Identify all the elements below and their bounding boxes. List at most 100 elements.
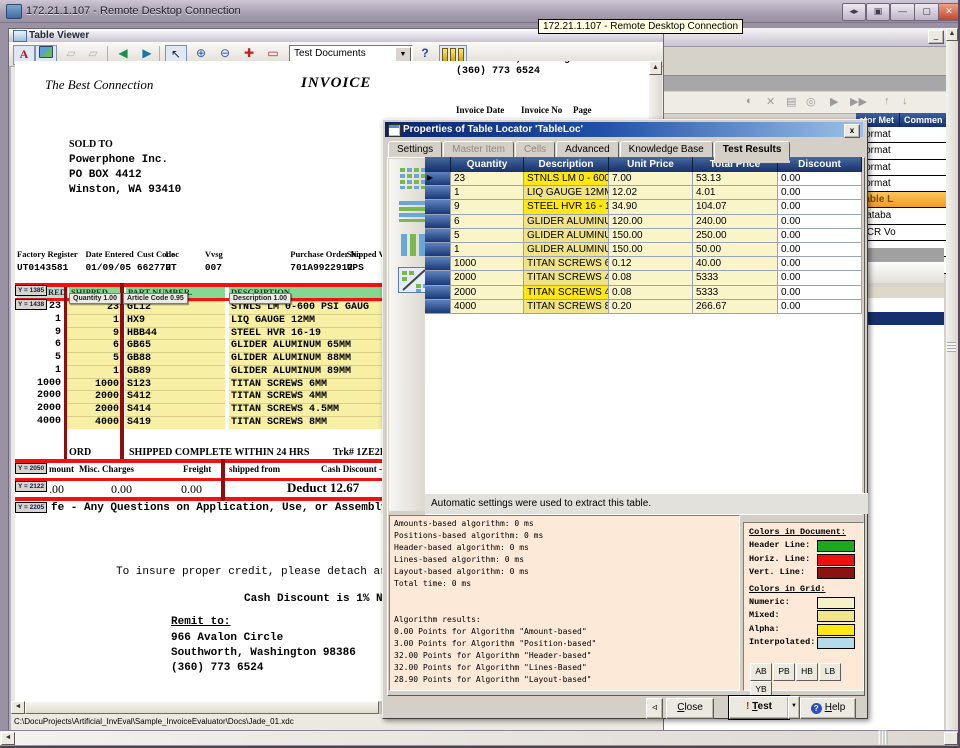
cell-unit-price[interactable]: 150.00: [609, 229, 693, 243]
cell-unit-price[interactable]: 7.00: [609, 172, 693, 186]
cell-quantity[interactable]: 6: [451, 215, 524, 229]
background-minimize-button[interactable]: _: [928, 30, 944, 44]
cell-unit-price[interactable]: 34.90: [609, 200, 693, 214]
table-columns-icon[interactable]: [398, 233, 428, 257]
cell-unit-price[interactable]: 0.12: [609, 257, 693, 271]
row-header-cell[interactable]: [425, 243, 451, 257]
scroll-up-icon[interactable]: ▲: [946, 28, 958, 41]
row-header-cell[interactable]: [425, 215, 451, 229]
help-button[interactable]: ?Help: [800, 698, 856, 719]
cell-description[interactable]: GLIDER ALUMINU: [524, 215, 609, 229]
outer-horizontal-scrollbar[interactable]: ◄: [0, 730, 958, 745]
grid-row[interactable]: 2000 TITAN SCREWS 4. 0.08 5333 0.00: [425, 286, 862, 300]
cell-description[interactable]: GLIDER ALUMINU: [524, 243, 609, 257]
grid-row[interactable]: 5 GLIDER ALUMINU 150.00 250.00 0.00: [425, 229, 862, 243]
rdp-connection-bar-button[interactable]: ◂▸: [842, 3, 866, 21]
table-cells-icon[interactable]: [398, 166, 428, 190]
algorithm-log-pane[interactable]: Amounts-based algorithm: 0 ms Positions-…: [389, 515, 740, 691]
cell-unit-price[interactable]: 0.20: [609, 300, 693, 314]
close-button[interactable]: ✕: [938, 3, 960, 21]
scrollbar-thumb[interactable]: [25, 701, 379, 714]
row-header-cell[interactable]: [425, 300, 451, 314]
grid-row[interactable]: 4000 TITAN SCREWS 8 0.20 266.67 0.00: [425, 300, 862, 314]
locator-list-item[interactable]: Format: [856, 127, 946, 143]
cell-discount[interactable]: 0.00: [778, 186, 862, 200]
run-all-icon[interactable]: ▶▶: [850, 95, 867, 108]
row-header-cell[interactable]: [425, 200, 451, 214]
grid-column-quantity[interactable]: Quantity: [451, 157, 524, 172]
cell-description[interactable]: LIQ GAUGE 12MM: [524, 186, 609, 200]
cell-unit-price[interactable]: 150.00: [609, 243, 693, 257]
scroll-left-icon[interactable]: ◄: [1, 732, 15, 745]
cell-discount[interactable]: 0.00: [778, 300, 862, 314]
cell-total-price[interactable]: 50.00: [693, 243, 778, 257]
cell-description[interactable]: TITAN SCREWS 8: [524, 300, 609, 314]
grid-row[interactable]: 1000 TITAN SCREWS 6 0.12 40.00 0.00: [425, 257, 862, 271]
algorithm-mini-button[interactable]: LB: [819, 663, 841, 681]
locator-list-item[interactable]: Format: [856, 143, 946, 159]
locator-list-item[interactable]: Table L: [856, 192, 946, 208]
row-header-cell[interactable]: [425, 257, 451, 271]
dialog-tab[interactable]: Knowledge Base: [620, 141, 713, 158]
grid-column-discount[interactable]: Discount: [778, 157, 862, 172]
dialog-tab[interactable]: Cells: [515, 141, 555, 158]
dialog-close-icon[interactable]: x: [844, 124, 860, 138]
rdp-titlebar[interactable]: 172.21.1.107 - Remote Desktop Connection…: [0, 0, 960, 23]
locator-list-item[interactable]: Format: [856, 160, 946, 176]
cell-discount[interactable]: 0.00: [778, 200, 862, 214]
locator-list-item[interactable]: OCR Vo: [856, 225, 946, 241]
cell-total-price[interactable]: 266.67: [693, 300, 778, 314]
cell-quantity[interactable]: 2000: [451, 271, 524, 285]
cell-quantity[interactable]: 9: [451, 200, 524, 214]
row-header-cell[interactable]: [425, 229, 451, 243]
cell-unit-price[interactable]: 12.02: [609, 186, 693, 200]
scrollbar-grip[interactable]: [879, 731, 888, 745]
cell-total-price[interactable]: 5333: [693, 271, 778, 285]
cell-total-price[interactable]: 5333: [693, 286, 778, 300]
properties-icon[interactable]: ▤: [786, 95, 796, 108]
cell-total-price[interactable]: 40.00: [693, 257, 778, 271]
cell-description[interactable]: TITAN SCREWS 4: [524, 271, 609, 285]
cell-total-price[interactable]: 53.13: [693, 172, 778, 186]
cell-description[interactable]: STNLS LM 0 - 600: [524, 172, 609, 186]
cell-discount[interactable]: 0.00: [778, 215, 862, 229]
scrollbar-grip[interactable]: [947, 342, 956, 352]
table-rows-icon[interactable]: [398, 199, 428, 223]
cell-discount[interactable]: 0.00: [778, 271, 862, 285]
test-dropdown-icon[interactable]: ▼: [788, 696, 800, 719]
row-header-cell[interactable]: [425, 186, 451, 200]
cell-total-price[interactable]: 4.01: [693, 186, 778, 200]
row-header-cell[interactable]: [425, 271, 451, 285]
grid-row[interactable]: 6 GLIDER ALUMINU 120.00 240.00 0.00: [425, 215, 862, 229]
cell-discount[interactable]: 0.00: [778, 286, 862, 300]
cell-quantity[interactable]: 4000: [451, 300, 524, 314]
algorithm-mini-button[interactable]: AB: [750, 663, 772, 681]
locator-list-item[interactable]: Format: [856, 176, 946, 192]
cell-unit-price[interactable]: 120.00: [609, 215, 693, 229]
cell-total-price[interactable]: 240.00: [693, 215, 778, 229]
grid-column-description[interactable]: Description: [524, 157, 609, 172]
cell-quantity[interactable]: 2000: [451, 286, 524, 300]
scroll-up-icon[interactable]: ▲: [649, 61, 662, 75]
chevron-down-icon[interactable]: ▼: [395, 47, 411, 62]
move-down-icon[interactable]: ↓: [902, 95, 908, 107]
locator-list-item[interactable]: Databa: [856, 208, 946, 224]
move-up-icon[interactable]: ↑: [884, 95, 890, 107]
grid-row[interactable]: 1 GLIDER ALUMINU 150.00 50.00 0.00: [425, 243, 862, 257]
run-icon[interactable]: ▶: [830, 95, 838, 108]
cell-quantity[interactable]: 23: [451, 172, 524, 186]
cell-quantity[interactable]: 5: [451, 229, 524, 243]
dialog-tab[interactable]: Advanced: [556, 141, 618, 158]
dialog-tab[interactable]: Settings: [388, 141, 442, 158]
grid-row[interactable]: 2000 TITAN SCREWS 4 0.08 5333 0.00: [425, 271, 862, 285]
rdp-restore-down-button[interactable]: ▣: [866, 3, 890, 21]
cell-discount[interactable]: 0.00: [778, 243, 862, 257]
cell-description[interactable]: STEEL HVR 16 - 19: [524, 200, 609, 214]
cell-unit-price[interactable]: 0.08: [609, 271, 693, 285]
grid-row[interactable]: 9 STEEL HVR 16 - 19 34.90 104.07 0.00: [425, 200, 862, 214]
dialog-tab[interactable]: Master Item: [443, 141, 514, 158]
maximize-button[interactable]: ▢: [914, 3, 939, 21]
cell-description[interactable]: TITAN SCREWS 4.: [524, 286, 609, 300]
dialog-titlebar[interactable]: Properties of Table Locator 'TableLoc' x: [385, 122, 863, 137]
cell-discount[interactable]: 0.00: [778, 257, 862, 271]
